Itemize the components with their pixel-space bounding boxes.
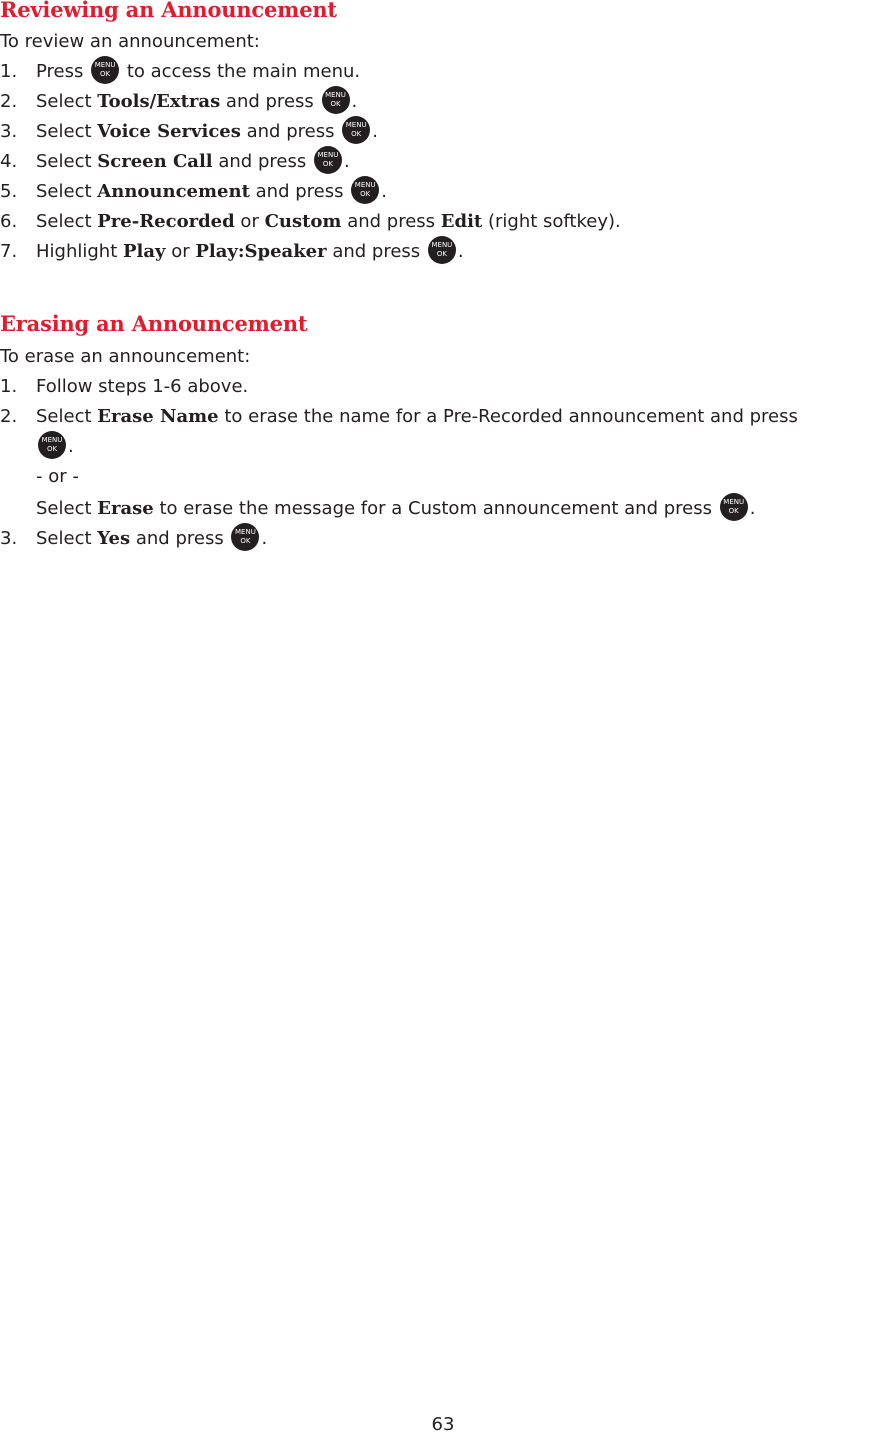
section-title-reviewing: Reviewing an Announcement: [0, 0, 337, 22]
menu-ok-key-icon: MENU OK: [427, 236, 456, 264]
review-step-2: 2. Select Tools/Extras and press MENU OK.: [0, 86, 357, 117]
erase-step-2-alt: Select Erase to erase the message for a …: [0, 493, 755, 524]
menu-ok-key-icon: MENU OK: [231, 523, 260, 551]
erase-step-2: 2. Select Erase Name to erase the name fo…: [0, 406, 798, 427]
erase-step-3: 3. Select Yes and press MENU OK.: [0, 523, 267, 554]
menu-ok-key-icon: MENU OK: [313, 146, 342, 174]
menu-ok-key-icon: MENU OK: [321, 86, 350, 114]
erase-step-2-key: MENU OK.: [0, 431, 74, 462]
review-step-4: 4. Select Screen Call and press MENU OK.: [0, 146, 350, 177]
section-title-erasing: Erasing an Announcement: [0, 311, 308, 336]
menu-ok-key-icon: MENU OK: [351, 176, 380, 204]
menu-ok-key-icon: MENU OK: [342, 116, 371, 144]
erase-step-1: 1. Follow steps 1-6 above.: [0, 376, 249, 397]
page-number: 63: [431, 1414, 455, 1435]
intro-erasing: To erase an announcement:: [0, 346, 251, 367]
review-step-1: 1. Press MENU OK to access the main menu.: [0, 56, 360, 87]
or-separator: - or -: [36, 466, 79, 487]
review-step-7: 7. Highlight Play or Play:Speaker and pre…: [0, 236, 464, 267]
menu-ok-key-icon: MENU OK: [91, 56, 120, 84]
menu-ok-key-icon: MENU OK: [719, 493, 748, 521]
intro-reviewing: To review an announcement:: [0, 31, 260, 52]
review-step-5: 5. Select Announcement and press MENU OK.: [0, 176, 387, 207]
review-step-6: 6. Select Pre-Recorded or Custom and pres…: [0, 211, 621, 232]
menu-ok-key-icon: MENU OK: [38, 431, 66, 459]
review-step-3: 3. Select Voice Services and press MENU OK…: [0, 116, 378, 147]
